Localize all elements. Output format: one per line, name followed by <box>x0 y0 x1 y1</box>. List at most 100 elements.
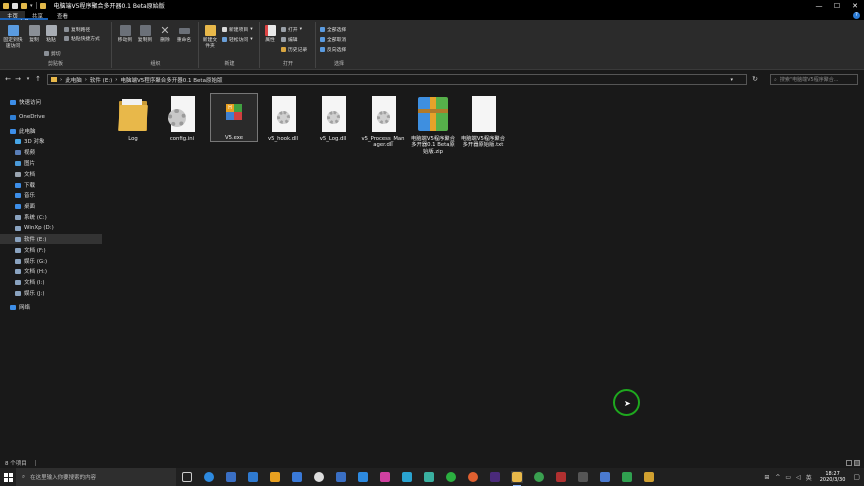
recent-locations-button[interactable]: ▾ <box>23 74 33 84</box>
network-icon[interactable]: ▭ <box>785 474 791 481</box>
large-icons-view-icon[interactable] <box>854 460 860 466</box>
up-button[interactable]: ↑ <box>33 74 43 84</box>
volume-icon[interactable]: ◁ <box>796 474 801 481</box>
taskbar-app-mail[interactable] <box>247 471 259 483</box>
sidebar-item-drive-e[interactable]: 软件 (E:) <box>0 234 102 244</box>
file-item[interactable]: v5_Log.dll <box>309 95 357 142</box>
taskbar-app-explorer[interactable] <box>511 471 523 486</box>
folder-icon[interactable] <box>3 2 9 9</box>
file-item-selected[interactable]: H V5.exe <box>210 93 258 143</box>
minimize-button[interactable]: — <box>810 0 828 11</box>
breadcrumb-current-folder[interactable]: 电脑端V5程序聚合多开器0.1 Beta原始版 <box>121 76 223 84</box>
breadcrumb-this-pc[interactable]: 此电脑 <box>65 76 82 84</box>
taskbar-app-4[interactable] <box>335 471 347 483</box>
rename-button[interactable]: 重命名 <box>175 25 193 44</box>
details-view-icon[interactable] <box>846 460 852 466</box>
help-icon[interactable]: ? <box>853 12 860 19</box>
taskbar-app-12[interactable] <box>643 471 655 483</box>
forward-button[interactable]: → <box>13 74 23 84</box>
easy-access-button[interactable]: 轻松访问 ▾ <box>222 36 253 43</box>
back-button[interactable]: ← <box>3 74 13 84</box>
clock[interactable]: 18:27 2020/3/30 <box>820 471 846 484</box>
taskbar-app-5[interactable] <box>357 471 369 483</box>
taskbar-app-8[interactable] <box>423 471 435 483</box>
search-input[interactable]: 搜索"电脑端V5程序聚合... <box>780 76 839 83</box>
taskbar-app-wechat[interactable] <box>445 471 457 483</box>
file-item[interactable]: v5_hook.dll <box>259 95 307 142</box>
file-item[interactable]: Log <box>109 95 157 142</box>
properties-button[interactable]: 属性 <box>263 25 277 44</box>
sidebar-item-drive-c[interactable]: 系统 (C:) <box>0 212 102 222</box>
file-item[interactable]: 电脑端V5程序聚合多开器原始版.txt <box>459 95 507 149</box>
taskbar-app-edge[interactable] <box>203 471 215 483</box>
show-hidden-icons[interactable]: ^ <box>775 474 780 481</box>
taskbar-app-10[interactable] <box>555 471 567 483</box>
copy-to-button[interactable]: 复制到 <box>136 25 154 44</box>
sidebar-item-this-pc[interactable]: 此电脑 <box>0 126 102 136</box>
task-view-button[interactable] <box>181 471 193 483</box>
sidebar-item-onedrive[interactable]: OneDrive <box>0 112 102 122</box>
taskbar-app-3[interactable] <box>313 471 325 483</box>
sidebar-item-videos[interactable]: 视频 <box>0 147 102 157</box>
taskbar-app-store[interactable] <box>225 471 237 483</box>
sidebar-item-drive-i[interactable]: 文档 (I:) <box>0 277 102 287</box>
edit-button[interactable]: 编辑 <box>281 36 298 43</box>
chevron-down-icon[interactable]: ▾ <box>30 3 33 9</box>
copy-path-button[interactable]: 复制路径 <box>64 26 90 33</box>
move-to-button[interactable]: 移动到 <box>116 25 134 44</box>
search-box[interactable]: ⌕ 搜索"电脑端V5程序聚合... <box>770 74 858 85</box>
sidebar-item-downloads[interactable]: 下载 <box>0 180 102 190</box>
taskbar-app-1[interactable] <box>269 471 281 483</box>
cut-button[interactable]: 剪切 <box>44 50 61 57</box>
sidebar-item-music[interactable]: 音乐 <box>0 190 102 200</box>
sidebar-item-drive-g[interactable]: 娱乐 (G:) <box>0 256 102 266</box>
copy-button[interactable]: 复制 <box>27 25 41 44</box>
file-item[interactable]: 电脑端V5程序聚合多开器0.1 Beta原始版.zip <box>409 95 457 155</box>
sidebar-item-3d-objects[interactable]: 3D 对象 <box>0 136 102 146</box>
breadcrumb-drive-e[interactable]: 软件 (E:) <box>90 76 112 84</box>
sidebar-item-drive-h[interactable]: 文档 (H:) <box>0 266 102 276</box>
taskbar-app-calculator[interactable] <box>577 471 589 483</box>
taskbar-search-input[interactable]: 在这里输入你要搜索的内容 <box>30 473 96 481</box>
taskbar-app-11[interactable] <box>621 471 633 483</box>
sidebar-item-desktop[interactable]: 桌面 <box>0 201 102 211</box>
delete-button[interactable]: ✕ 删除 <box>158 25 172 44</box>
taskbar-app-2[interactable] <box>291 471 303 483</box>
sidebar-item-drive-f[interactable]: 文档 (F:) <box>0 245 102 255</box>
sidebar-item-documents[interactable]: 文档 <box>0 169 102 179</box>
new-item-button[interactable]: 新建项目 ▾ <box>222 26 253 33</box>
sidebar-item-quick-access[interactable]: 快速访问 <box>0 97 102 107</box>
sidebar-item-drive-d[interactable]: WinXp (D:) <box>0 223 102 233</box>
taskbar-search[interactable]: ⌕ 在这里输入你要搜索的内容 <box>16 468 176 486</box>
refresh-button[interactable]: ↻ <box>750 74 760 84</box>
open-button[interactable]: 打开 ▾ <box>281 26 302 33</box>
file-item[interactable]: config.ini <box>158 95 206 142</box>
close-button[interactable]: ✕ <box>846 0 864 11</box>
properties-icon[interactable] <box>12 2 18 9</box>
file-item[interactable]: v5_Process_Manager.dll <box>359 95 407 149</box>
new-folder-button[interactable]: 新建文件夹 <box>202 25 218 49</box>
sidebar-item-network[interactable]: 网络 <box>0 302 102 312</box>
taskbar-app-photos[interactable] <box>599 471 611 483</box>
maximize-button[interactable]: ☐ <box>828 0 846 11</box>
select-all-button[interactable]: 全部选择 <box>320 26 346 33</box>
new-folder-icon[interactable] <box>21 2 27 9</box>
address-path[interactable]: › 此电脑 › 软件 (E:) › 电脑端V5程序聚合多开器0.1 Beta原始… <box>47 74 747 85</box>
taskbar-app-7[interactable] <box>401 471 413 483</box>
start-button[interactable] <box>0 468 16 486</box>
history-button[interactable]: 历史记录 <box>281 46 307 53</box>
chevron-down-icon[interactable]: ▾ <box>730 77 733 83</box>
input-method-indicator[interactable]: 英 <box>806 473 812 482</box>
paste-button[interactable]: 粘贴 <box>44 25 58 44</box>
taskbar-app-chrome[interactable] <box>533 471 545 483</box>
taskbar-app-9[interactable] <box>467 471 479 483</box>
tab-view[interactable]: 查看 <box>50 11 75 20</box>
invert-selection-button[interactable]: 反向选择 <box>320 46 346 53</box>
taskbar-app-6[interactable] <box>379 471 391 483</box>
sidebar-item-pictures[interactable]: 图片 <box>0 158 102 168</box>
sidebar-item-drive-j[interactable]: 娱乐 (J:) <box>0 288 102 298</box>
notification-icon[interactable]: ▢ <box>853 473 860 481</box>
pin-quick-access-button[interactable]: 固定到快速访问 <box>2 25 24 49</box>
select-none-button[interactable]: 全部取消 <box>320 36 346 43</box>
taskbar-app-premiere[interactable] <box>489 471 501 483</box>
